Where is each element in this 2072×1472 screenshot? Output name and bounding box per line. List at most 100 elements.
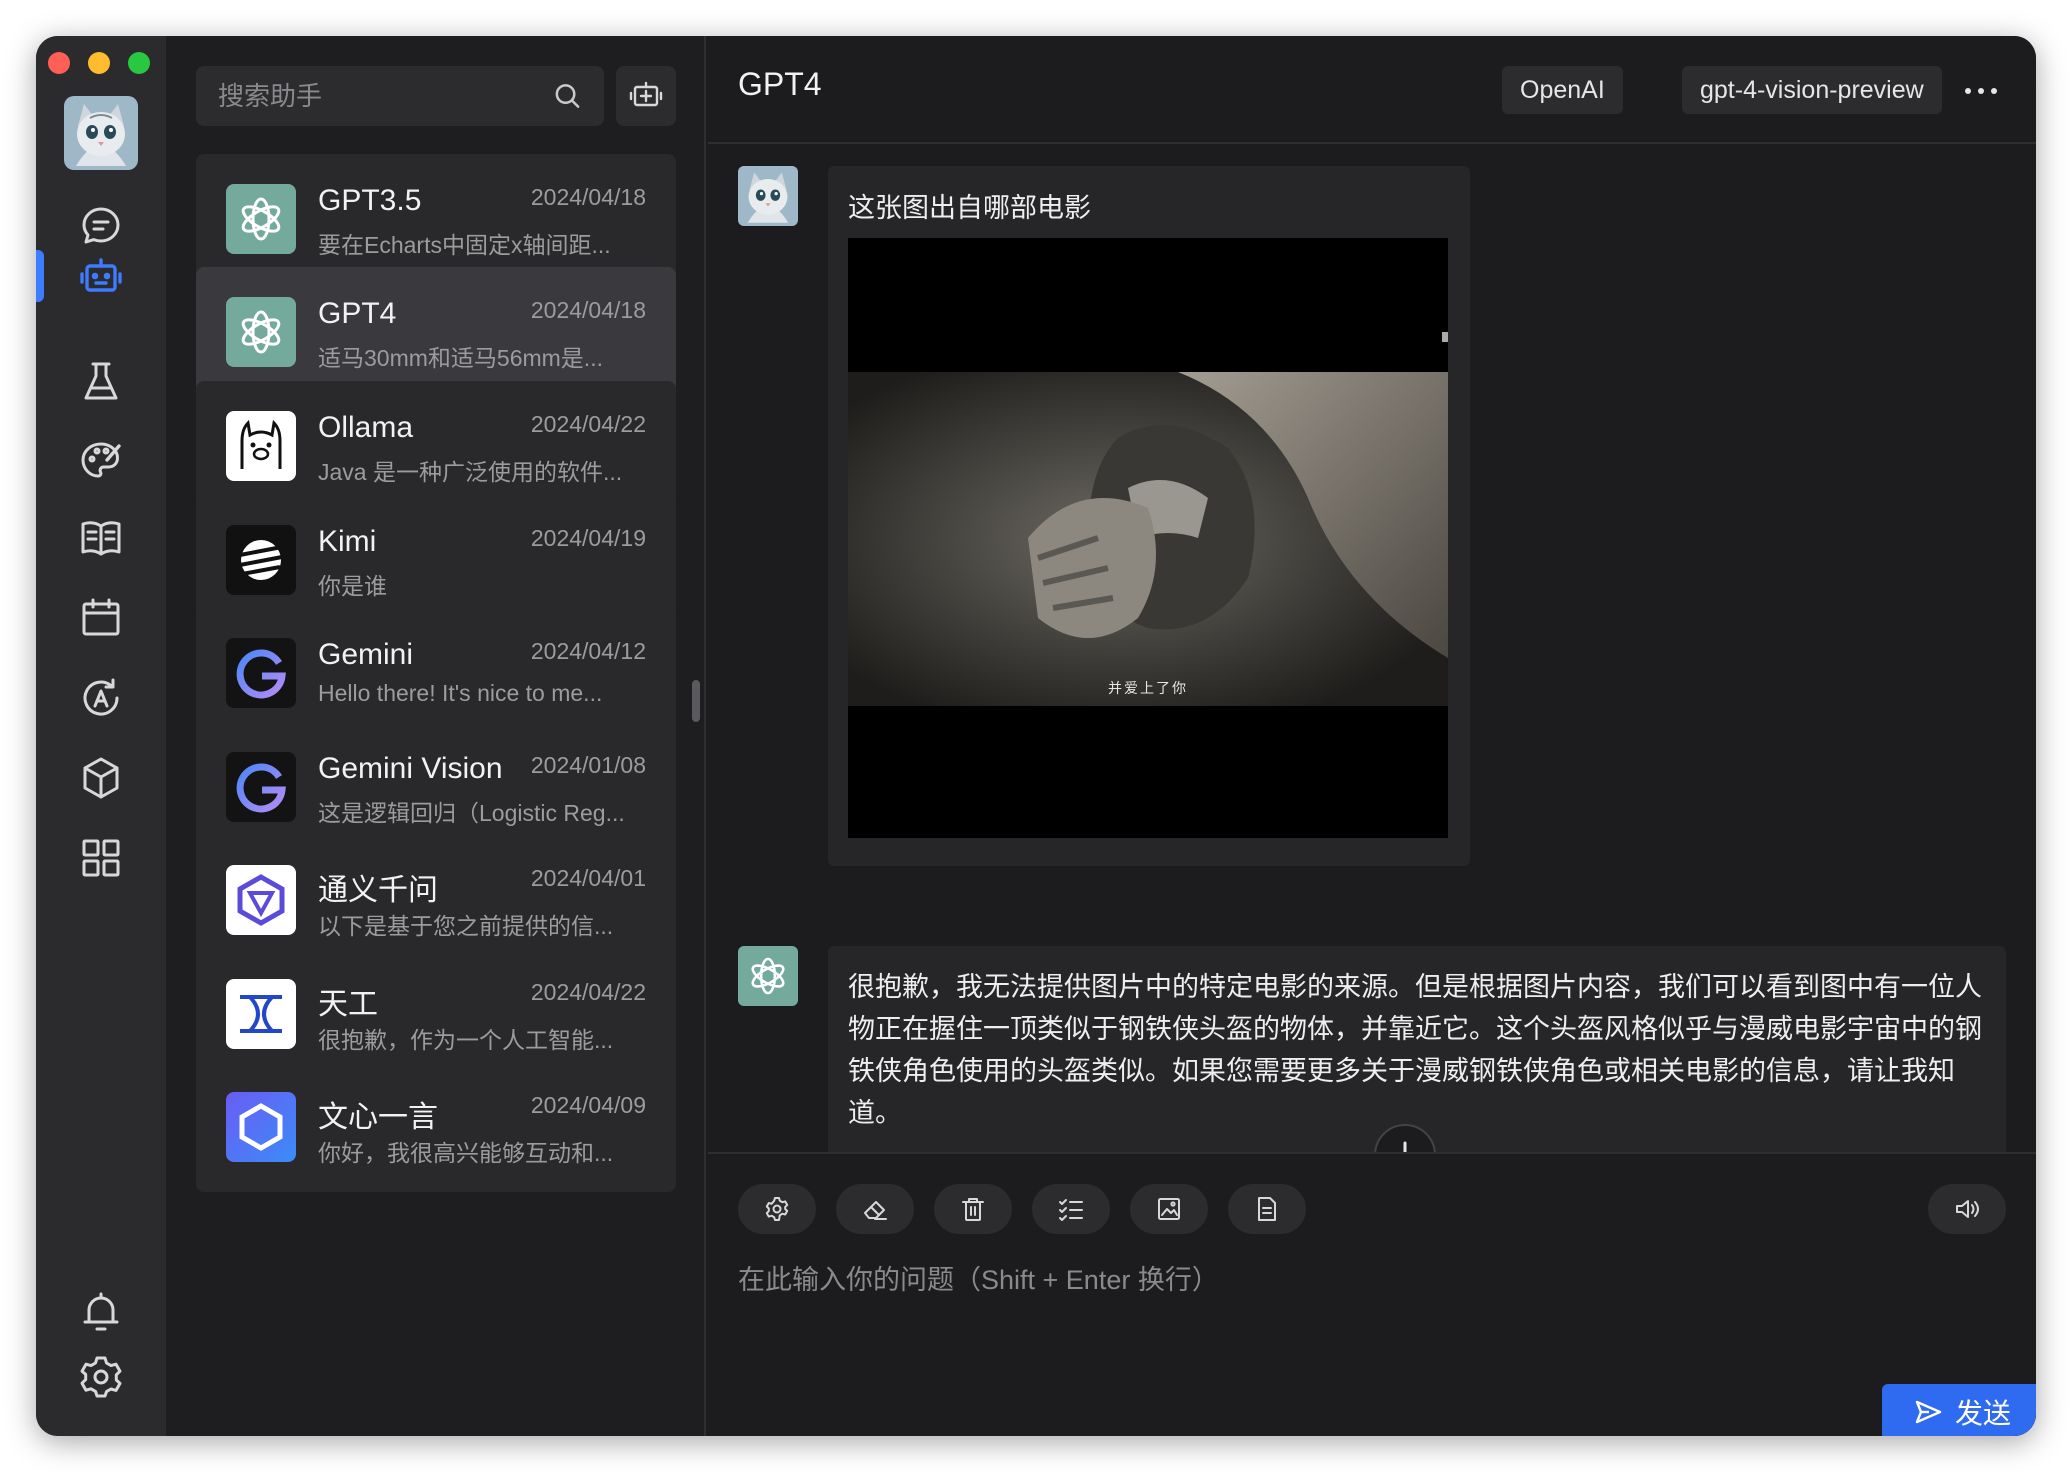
assistant-preview: 适马30mm和适马56mm是... bbox=[318, 345, 603, 371]
delete-button[interactable] bbox=[934, 1184, 1012, 1234]
assistant-card-tongyi[interactable]: 通义千问 2024/04/01 以下是基于您之前提供的信... bbox=[196, 835, 676, 965]
assistant-date: 2024/04/22 bbox=[530, 979, 646, 1005]
kimi-logo-icon bbox=[226, 525, 296, 595]
assistant-preview: 你是谁 bbox=[318, 573, 387, 599]
book-icon[interactable] bbox=[36, 498, 166, 578]
assistant-card-tiangong[interactable]: 天工 2024/04/22 很抱歉，作为一个人工智能... bbox=[196, 949, 676, 1079]
checklist-icon bbox=[1059, 1199, 1083, 1221]
openai-logo-icon bbox=[738, 946, 798, 1006]
assistant-date: 2024/04/18 bbox=[530, 297, 646, 323]
tongyi-logo-icon bbox=[226, 865, 296, 935]
ollama-logo-icon bbox=[226, 411, 296, 481]
list-scrollbar[interactable] bbox=[692, 680, 700, 722]
assistant-date: 2024/01/08 bbox=[530, 752, 646, 778]
arrow-down-icon bbox=[1403, 1141, 1407, 1152]
user-avatar[interactable] bbox=[64, 96, 138, 170]
app-window: GPT3.5 2024/04/18 要在Echarts中固定x轴间距... GP… bbox=[36, 36, 2036, 1436]
gemini-logo-icon bbox=[226, 638, 296, 708]
gemini-logo-icon bbox=[226, 752, 296, 822]
speaker-button[interactable] bbox=[1928, 1184, 2006, 1234]
clear-context-button[interactable] bbox=[836, 1184, 914, 1234]
assistant-preview: 很抱歉，作为一个人工智能... bbox=[318, 1027, 614, 1053]
translate-icon[interactable] bbox=[36, 658, 166, 738]
trash-icon bbox=[962, 1198, 984, 1221]
window-close-button[interactable] bbox=[48, 52, 70, 74]
message-text: 这张图出自哪部电影 bbox=[848, 193, 1091, 223]
assistant-name: 文心一言 bbox=[318, 1101, 438, 1134]
wenxin-logo-icon bbox=[226, 1092, 296, 1162]
assistant-card-gpt4[interactable]: GPT4 2024/04/18 适马30mm和适马56mm是... bbox=[196, 267, 676, 397]
robot-icon[interactable] bbox=[36, 236, 166, 316]
robot-plus-icon bbox=[629, 81, 663, 107]
assistant-date: 2024/04/22 bbox=[530, 411, 646, 437]
assistant-name: Ollama bbox=[318, 411, 414, 444]
settings-icon bbox=[765, 1197, 789, 1221]
search-input[interactable] bbox=[218, 80, 553, 112]
user-message: 这张图出自哪部电影 并爱上了你 bbox=[828, 166, 1470, 866]
send-button[interactable]: 发送 bbox=[1882, 1384, 2036, 1436]
assistant-name: 通义千问 bbox=[318, 874, 438, 907]
attached-image[interactable]: 并爱上了你 bbox=[848, 238, 1448, 838]
assistant-card-wenxin[interactable]: 文心一言 2024/04/09 你好，我很高兴能够互动和... bbox=[196, 1062, 676, 1192]
nav-rail bbox=[36, 36, 166, 1436]
message-list: 这张图出自哪部电影 并爱上了你 很抱歉，我无法提供图片中的特定电影的来源。但是根… bbox=[708, 144, 2036, 1152]
assistant-preview: 以下是基于您之前提供的信... bbox=[318, 913, 614, 939]
chat-pane: GPT4 OpenAI gpt-4-vision-preview 这张图出自哪部… bbox=[708, 36, 2036, 1436]
flask-icon[interactable] bbox=[36, 342, 166, 422]
palette-icon[interactable] bbox=[36, 420, 166, 500]
openai-logo-icon bbox=[226, 297, 296, 367]
window-minimize-button[interactable] bbox=[88, 52, 110, 74]
eraser-icon bbox=[864, 1201, 887, 1220]
assistant-card-ollama[interactable]: Ollama 2024/04/22 Java 是一种广泛使用的软件... bbox=[196, 381, 676, 511]
assistant-preview: 这是逻辑回归（Logistic Reg... bbox=[318, 800, 625, 826]
assistant-date: 2024/04/01 bbox=[530, 865, 646, 891]
assistant-card-kimi[interactable]: Kimi 2024/04/19 你是谁 bbox=[196, 495, 676, 625]
assistant-date: 2024/04/12 bbox=[530, 638, 646, 664]
assistant-list-pane: GPT3.5 2024/04/18 要在Echarts中固定x轴间距... GP… bbox=[166, 36, 706, 1436]
assistant-date: 2024/04/09 bbox=[530, 1092, 646, 1118]
settings-button[interactable] bbox=[738, 1184, 816, 1234]
more-options-button[interactable] bbox=[1956, 76, 2006, 106]
assistant-name: Kimi bbox=[318, 525, 377, 558]
provider-tag[interactable]: OpenAI bbox=[1502, 66, 1623, 114]
assistant-card-gpt35[interactable]: GPT3.5 2024/04/18 要在Echarts中固定x轴间距... bbox=[196, 154, 676, 284]
speaker-icon bbox=[1956, 1200, 1979, 1218]
chat-header: GPT4 OpenAI gpt-4-vision-preview bbox=[708, 36, 2036, 144]
tiangong-logo-icon bbox=[226, 979, 296, 1049]
search-box[interactable] bbox=[196, 66, 604, 126]
assistant-date: 2024/04/18 bbox=[530, 184, 646, 210]
assistant-preview: Hello there! It's nice to me... bbox=[318, 680, 603, 706]
image-icon bbox=[1158, 1198, 1180, 1220]
assistant-name: Gemini Vision bbox=[318, 752, 503, 785]
assistant-name: 天工 bbox=[318, 988, 378, 1021]
assistant-message: 很抱歉，我无法提供图片中的特定电影的来源。但是根据图片内容，我们可以看到图中有一… bbox=[828, 946, 2006, 1152]
calendar-icon[interactable] bbox=[36, 578, 166, 658]
add-assistant-button[interactable] bbox=[616, 66, 676, 126]
assistant-name: GPT3.5 bbox=[318, 184, 422, 217]
message-text: 很抱歉，我无法提供图片中的特定电影的来源。但是根据图片内容，我们可以看到图中有一… bbox=[848, 972, 1982, 1128]
message-input[interactable] bbox=[738, 1258, 1998, 1358]
gear-icon[interactable] bbox=[36, 1336, 166, 1416]
assistant-preview: Java 是一种广泛使用的软件... bbox=[318, 459, 623, 485]
assistant-name: GPT4 bbox=[318, 297, 397, 330]
search-icon[interactable] bbox=[553, 81, 582, 111]
assistant-list: GPT3.5 2024/04/18 要在Echarts中固定x轴间距... GP… bbox=[196, 154, 676, 1436]
document-icon bbox=[1258, 1197, 1276, 1221]
upload-file-button[interactable] bbox=[1228, 1184, 1306, 1234]
assistant-preview: 你好，我很高兴能够互动和... bbox=[318, 1140, 614, 1166]
cube-icon[interactable] bbox=[36, 738, 166, 818]
assistant-card-gemini-vision[interactable]: Gemini Vision 2024/01/08 这是逻辑回归（Logistic… bbox=[196, 722, 676, 852]
grid-icon[interactable] bbox=[36, 818, 166, 898]
send-label: 发送 bbox=[1954, 1398, 2011, 1429]
composer: 发送 bbox=[708, 1152, 2036, 1436]
image-caption: 并爱上了你 bbox=[1108, 681, 1188, 697]
model-tag[interactable]: gpt-4-vision-preview bbox=[1682, 66, 1942, 114]
openai-logo-icon bbox=[226, 184, 296, 254]
prompt-list-button[interactable] bbox=[1032, 1184, 1110, 1234]
upload-image-button[interactable] bbox=[1130, 1184, 1208, 1234]
user-avatar bbox=[738, 166, 798, 226]
assistant-preview: 要在Echarts中固定x轴间距... bbox=[318, 232, 611, 258]
send-icon bbox=[1915, 1400, 1942, 1424]
window-maximize-button[interactable] bbox=[128, 52, 150, 74]
assistant-card-gemini[interactable]: Gemini 2024/04/12 Hello there! It's nice… bbox=[196, 608, 676, 738]
